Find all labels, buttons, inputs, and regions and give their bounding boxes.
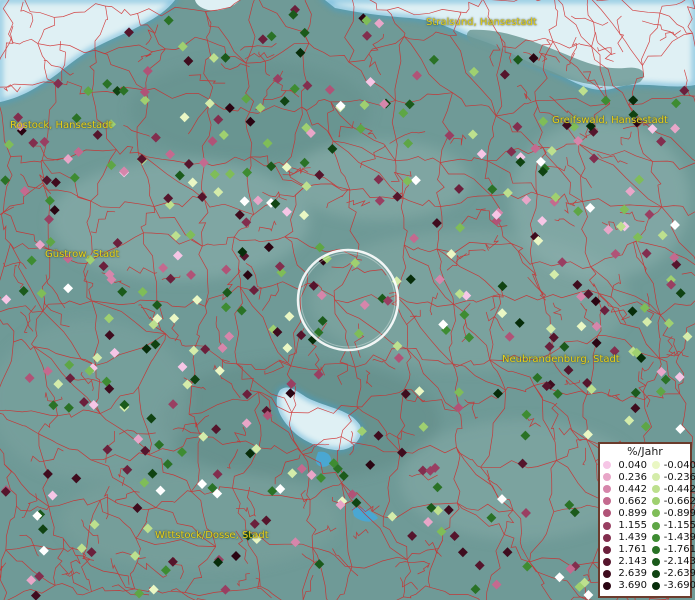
legend-value-positive: 0.236	[618, 471, 647, 483]
legend-value-positive: 1.155	[618, 520, 647, 532]
city-label-guestrow: Güstrow, Stadt	[45, 249, 120, 260]
legend-swatch-negative	[652, 557, 660, 566]
legend-value-negative: -1.761	[663, 544, 695, 556]
legend-row: 0.899 -0.899	[602, 507, 695, 519]
legend-row: 3.690 -3.690	[602, 580, 695, 592]
legend-swatch-positive	[603, 521, 611, 530]
legend-value-negative: -2.639	[663, 568, 695, 580]
legend-swatch-positive	[603, 545, 611, 554]
legend-value-positive: 2.639	[618, 568, 647, 580]
legend-swatch-positive	[603, 557, 611, 566]
legend-swatch-negative	[652, 473, 660, 482]
legend-swatch-positive	[603, 533, 611, 542]
legend-swatch-negative	[652, 521, 660, 530]
legend-swatch-positive	[603, 461, 611, 470]
legend-swatch-negative	[652, 461, 660, 470]
legend-value-negative: -0.662	[663, 495, 695, 507]
legend-swatch-positive	[603, 509, 611, 518]
legend-swatch-negative	[652, 533, 660, 542]
legend-row: 0.662 -0.662	[602, 495, 695, 507]
legend-value-negative: -0.899	[663, 507, 695, 519]
legend-value-positive: 3.690	[618, 580, 647, 592]
legend-row: 0.236 -0.236	[602, 471, 695, 483]
city-label-greifswald: Greifswald, Hansestadt	[552, 115, 668, 126]
legend-swatch-positive	[603, 581, 611, 590]
legend-value-positive: 0.040	[618, 459, 647, 471]
legend-swatch-negative	[652, 509, 660, 518]
legend-value-negative: -3.690	[663, 580, 695, 592]
legend-value-positive: 0.662	[618, 495, 647, 507]
legend-swatch-positive	[603, 569, 611, 578]
legend-swatch-positive	[603, 485, 611, 494]
legend-row: 1.439 -1.439	[602, 532, 695, 544]
legend-title: %/Jahr	[627, 445, 663, 458]
city-label-wittstock: Wittstock/Dosse, Stadt	[155, 530, 269, 541]
city-label-stralsund: Stralsund, Hansestadt	[426, 17, 537, 28]
legend-swatch-positive	[603, 473, 611, 482]
legend-value-negative: -0.236	[663, 471, 695, 483]
legend-swatch-negative	[652, 545, 660, 554]
legend-value-positive: 0.899	[618, 507, 647, 519]
legend-swatch-negative	[652, 581, 660, 590]
legend-swatch-negative	[652, 485, 660, 494]
map-canvas[interactable]: Stralsund, Hansestadt Rostock, Hansestad…	[0, 0, 695, 600]
legend-value-positive: 1.761	[618, 544, 647, 556]
legend-row: 2.639 -2.639	[602, 568, 695, 580]
city-label-neubrandenburg: Neubrandenburg, Stadt	[502, 354, 620, 365]
legend-value-negative: -0.040	[663, 459, 695, 471]
legend-value-negative: -2.143	[663, 556, 695, 568]
legend-swatch-negative	[652, 569, 660, 578]
legend-row: 0.442 -0.442	[602, 483, 695, 495]
legend-row: 2.143 -2.143	[602, 556, 695, 568]
legend-value-positive: 2.143	[618, 556, 647, 568]
legend-rows: 0.040 -0.040 0.236 -0.236 0.442 -0.442 0.662 -0…	[602, 459, 695, 592]
legend-value-positive: 1.439	[618, 532, 647, 544]
legend-swatch-negative	[652, 497, 660, 506]
legend-value-negative: -1.155	[663, 520, 695, 532]
legend-value-positive: 0.442	[618, 483, 647, 495]
legend-row: 0.040 -0.040	[602, 459, 695, 471]
map-terrain	[0, 0, 695, 600]
legend-value-negative: -1.439	[663, 532, 695, 544]
legend-row: 1.155 -1.155	[602, 519, 695, 531]
legend-row: 1.761 -1.761	[602, 544, 695, 556]
city-label-rostock: Rostock, Hansestadt	[10, 120, 113, 131]
legend-swatch-positive	[603, 497, 611, 506]
legend-value-negative: -0.442	[663, 483, 695, 495]
legend: %/Jahr 0.040 -0.040 0.236 -0.236 0.442 -0.442…	[598, 442, 695, 598]
